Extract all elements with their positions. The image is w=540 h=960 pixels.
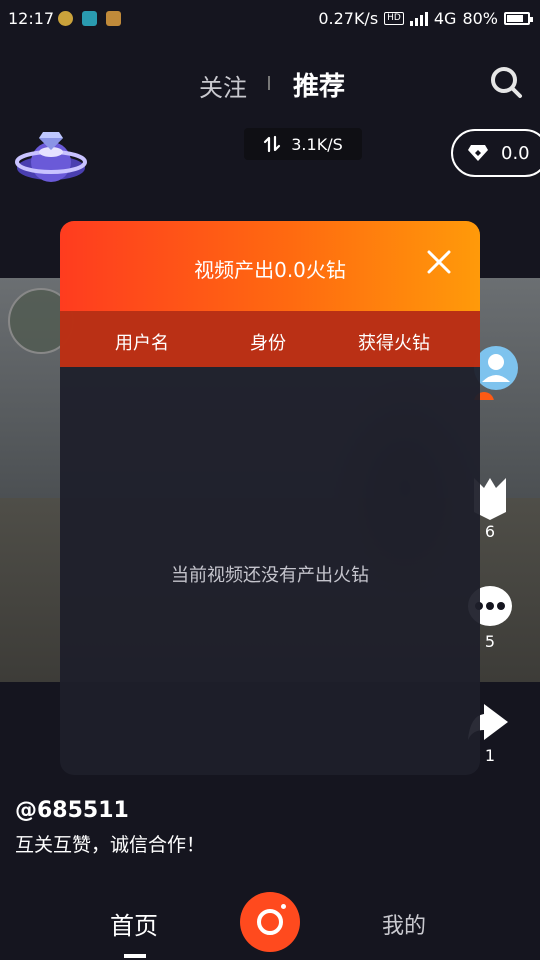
network-type: 4G xyxy=(433,9,457,28)
diamond-output-dialog: 视频产出0.0火钻 用户名 身份 获得火钻 当前视频还没有产出火钻 xyxy=(60,221,480,775)
camera-dot xyxy=(281,904,286,909)
status-bar: 12:17 0.27K/s HD 4G 80% xyxy=(0,0,540,38)
app-notification-icon xyxy=(82,11,97,26)
app-notification-icon xyxy=(58,11,73,26)
nav-home[interactable]: 首页 xyxy=(110,906,158,941)
status-time: 12:17 xyxy=(8,9,55,28)
nav-active-indicator xyxy=(124,954,146,958)
column-identity: 身份 xyxy=(250,333,286,354)
speed-value: 3.1K/S xyxy=(291,134,343,154)
like-count: 6 xyxy=(484,522,496,541)
diamond-icon xyxy=(468,145,488,161)
nav-mine[interactable]: 我的 xyxy=(382,908,426,940)
dialog-title: 视频产出0.0火钻 xyxy=(194,258,346,282)
net-speed: 0.27K/s xyxy=(318,9,379,28)
battery-icon xyxy=(504,12,533,25)
close-icon[interactable] xyxy=(426,249,452,275)
empty-state-text: 当前视频还没有产出火钻 xyxy=(171,565,369,586)
signal-icon xyxy=(409,11,428,26)
app-notification-icon xyxy=(106,11,121,26)
share-count: 1 xyxy=(484,746,496,765)
post-username[interactable]: @685511 xyxy=(15,798,129,823)
diamond-balance-button[interactable]: 0.0 xyxy=(451,129,540,177)
tab-recommend[interactable]: 推荐 xyxy=(293,66,345,103)
search-icon[interactable] xyxy=(488,64,524,100)
comment-count: 5 xyxy=(484,632,496,651)
column-diamonds-earned: 获得火钻 xyxy=(358,333,430,354)
diamond-value: 0.0 xyxy=(501,142,530,164)
speed-chip: 3.1K/S xyxy=(244,128,362,160)
planet-logo-icon[interactable] xyxy=(14,122,88,196)
dialog-column-header: 用户名 身份 获得火钻 xyxy=(60,311,480,367)
camera-icon xyxy=(257,909,283,935)
post-caption: 互关互赞，诚信合作！ xyxy=(15,834,206,856)
tab-divider xyxy=(268,76,270,90)
transfer-arrows-icon xyxy=(264,135,281,153)
battery-percent: 80% xyxy=(462,9,498,28)
hd-icon: HD xyxy=(384,12,404,25)
record-button[interactable] xyxy=(240,892,300,952)
tab-follow[interactable]: 关注 xyxy=(199,68,247,103)
column-username: 用户名 xyxy=(115,333,169,354)
